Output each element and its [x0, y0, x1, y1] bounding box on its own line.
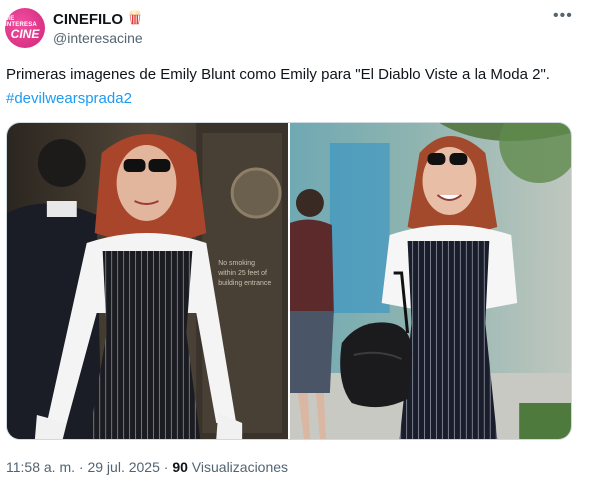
svg-text:No smoking: No smoking: [218, 260, 255, 267]
author-handle[interactable]: @interesacine: [53, 30, 143, 46]
avatar-text-main: CINE: [10, 27, 40, 41]
photo-right[interactable]: [290, 123, 571, 439]
photo-left[interactable]: No smoking within 25 feet of building en…: [7, 123, 288, 439]
tweet-text: Primeras imagenes de Emily Blunt como Em…: [6, 63, 586, 111]
author-name-row: CINEFILO: [53, 9, 143, 30]
hashtag-link[interactable]: #devilwearsprada2: [6, 90, 132, 107]
author-name[interactable]: CINEFILO: [53, 11, 123, 28]
svg-text:within 25 feet of: within 25 feet of: [217, 270, 267, 277]
tweet-time[interactable]: 11:58 a. m.: [6, 459, 75, 475]
views-count: 90: [172, 459, 188, 475]
avatar[interactable]: ME INTERESA CINE: [5, 8, 45, 48]
more-options-icon[interactable]: •••: [553, 7, 573, 25]
svg-text:building entrance: building entrance: [218, 280, 271, 287]
tweet-date[interactable]: 29 jul. 2025: [87, 459, 159, 475]
tweet-media[interactable]: No smoking within 25 feet of building en…: [6, 122, 572, 440]
tweet-meta: 11:58 a. m. · 29 jul. 2025 · 90 Visualiz…: [6, 459, 288, 475]
meta-separator: ·: [78, 459, 84, 475]
views-label: Visualizaciones: [191, 459, 289, 475]
tweet-body: Primeras imagenes de Emily Blunt como Em…: [6, 66, 550, 83]
meta-separator: ·: [163, 459, 169, 475]
popcorn-icon: [127, 9, 143, 30]
